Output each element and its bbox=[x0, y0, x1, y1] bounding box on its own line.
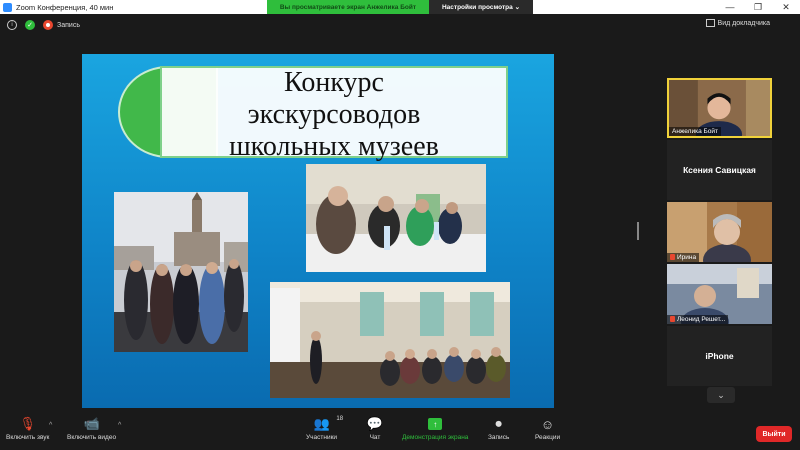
video-off-icon: 📹 bbox=[83, 416, 100, 431]
slide-title-line-2: экскурсоводов bbox=[247, 99, 421, 130]
video-options-chevron-icon[interactable]: ^ bbox=[118, 422, 121, 429]
meeting-top-bar: i ✓ Запись Вид докладчика bbox=[0, 14, 800, 36]
close-button[interactable]: ✕ bbox=[772, 0, 800, 14]
view-mode-label: Вид докладчика bbox=[717, 19, 770, 27]
recording-label: Запись bbox=[57, 21, 80, 29]
audio-options-chevron-icon[interactable]: ^ bbox=[49, 422, 52, 429]
panel-resize-handle[interactable] bbox=[636, 222, 639, 240]
participant-tile[interactable]: Ксения Савицкая bbox=[667, 140, 772, 200]
recording-icon bbox=[43, 20, 53, 30]
zoom-app-icon bbox=[3, 2, 12, 12]
view-mode-button[interactable]: Вид докладчика bbox=[705, 19, 770, 27]
chat-button[interactable]: 💬 Чат bbox=[366, 416, 384, 441]
share-screen-icon-wrap: ↑ bbox=[426, 416, 444, 432]
share-screen-label: Демонстрация экрана bbox=[402, 434, 469, 441]
leave-meeting-button[interactable]: Выйти bbox=[756, 426, 792, 442]
slide-photo-street bbox=[114, 192, 248, 352]
muted-mic-icon bbox=[670, 316, 675, 323]
participant-tile-active-speaker[interactable]: Анжелика Бойт bbox=[667, 78, 772, 138]
participant-name-label: Леонид Решет... bbox=[667, 315, 729, 324]
slide-photo-audience bbox=[270, 282, 510, 398]
participant-name-label: Ирина bbox=[667, 253, 700, 262]
reactions-label: Реакции bbox=[535, 434, 561, 441]
record-label: Запись bbox=[488, 434, 510, 441]
slide-title-line-1: Конкурс bbox=[284, 67, 384, 98]
start-video-label: Включить видео bbox=[67, 434, 117, 441]
start-video-button[interactable]: 📹 Включить видео bbox=[67, 416, 116, 441]
presentation-slide: Конкурс экскурсоводов школьных музеев bbox=[82, 54, 554, 408]
muted-mic-icon bbox=[670, 254, 675, 261]
title-bar: Zoom Конференция, 40 мин Вы просматривае… bbox=[0, 0, 800, 14]
participant-name: iPhone bbox=[705, 351, 734, 361]
participant-name: Анжелика Бойт bbox=[669, 127, 721, 136]
reactions-button[interactable]: ☺ Реакции bbox=[535, 416, 561, 442]
participants-label: Участники bbox=[306, 434, 338, 441]
minimize-button[interactable]: — bbox=[716, 0, 744, 14]
participant-tile[interactable]: iPhone bbox=[667, 326, 772, 386]
participant-gallery: Анжелика Бойт Ксения Савицкая Ирина Леон… bbox=[640, 36, 800, 410]
shared-screen-area: Конкурс экскурсоводов школьных музеев bbox=[0, 36, 636, 410]
record-button[interactable]: ⏺ Запись bbox=[488, 416, 509, 441]
muted-mic-icon: 🎙 bbox=[19, 416, 36, 431]
participants-count: 18 bbox=[336, 416, 344, 422]
slide-title: Конкурс экскурсоводов школьных музеев bbox=[160, 67, 508, 163]
speaker-view-icon bbox=[705, 19, 715, 27]
share-screen-icon: ↑ bbox=[428, 418, 443, 430]
security-shield-icon[interactable]: ✓ bbox=[25, 20, 35, 30]
meeting-toolbar: 🎙 Включить звук ^ 📹 Включить видео ^ 👥 1… bbox=[0, 410, 800, 450]
unmute-button[interactable]: 🎙 Включить звук bbox=[6, 416, 49, 441]
participant-name: Ирина bbox=[677, 254, 697, 261]
participant-name: Леонид Решет... bbox=[677, 316, 726, 323]
slide-title-line-3: школьных музеев bbox=[229, 131, 439, 162]
maximize-button[interactable]: ❐ bbox=[744, 0, 772, 14]
chat-icon: 💬 bbox=[366, 416, 384, 431]
participant-tile[interactable]: Леонид Решет... bbox=[667, 264, 772, 324]
reactions-icon: ☺ bbox=[540, 416, 555, 432]
participants-icon: 👥 bbox=[313, 416, 330, 431]
participant-tile[interactable]: Ирина bbox=[667, 202, 772, 262]
zoom-window: Zoom Конференция, 40 мин Вы просматривае… bbox=[0, 0, 800, 450]
unmute-label: Включить звук bbox=[6, 434, 50, 441]
record-icon: ⏺ bbox=[495, 416, 502, 431]
window-title: Zoom Конференция, 40 мин bbox=[16, 2, 114, 12]
info-icon[interactable]: i bbox=[7, 20, 17, 30]
gallery-scroll-down-button[interactable]: ⌄ bbox=[707, 387, 735, 403]
share-banner: Вы просматриваете экран Анжелика Бойт На… bbox=[267, 0, 533, 14]
participants-button[interactable]: 👥 18 Участники bbox=[306, 416, 343, 441]
share-banner-text: Вы просматриваете экран Анжелика Бойт bbox=[267, 0, 429, 14]
chat-label: Чат bbox=[369, 434, 381, 441]
slide-photo-jury bbox=[306, 164, 486, 272]
participant-name: Ксения Савицкая bbox=[683, 165, 756, 175]
share-screen-button[interactable]: ↑ Демонстрация экрана bbox=[402, 416, 468, 441]
window-controls: — ❐ ✕ bbox=[716, 0, 800, 14]
view-options-button[interactable]: Настройки просмотра ⌄ bbox=[429, 0, 533, 14]
